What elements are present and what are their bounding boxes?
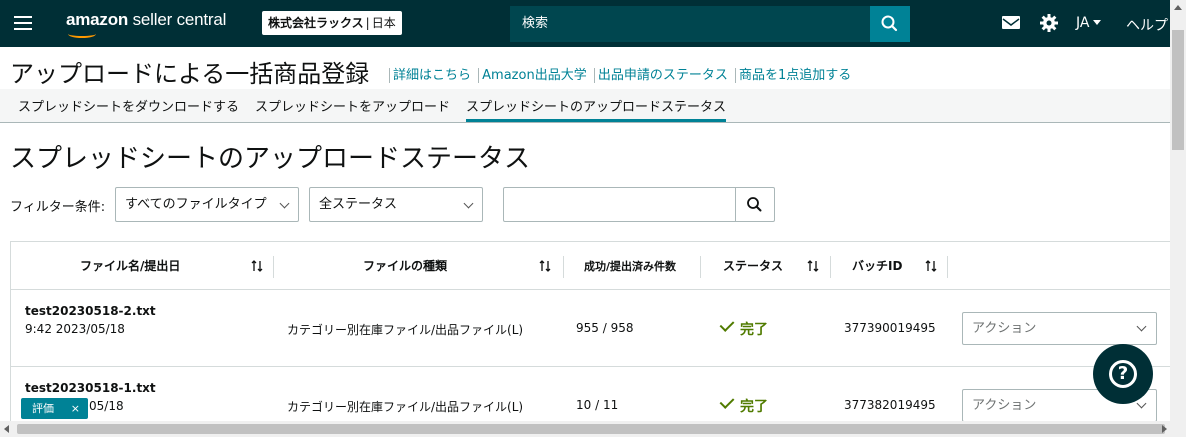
column-divider <box>700 256 701 278</box>
logo-brand: amazon <box>66 10 129 29</box>
action-placeholder: アクション <box>972 398 1037 413</box>
action-placeholder: アクション <box>972 321 1037 336</box>
check-icon <box>719 394 735 409</box>
search-icon <box>747 197 762 212</box>
global-search-input[interactable]: 検索 <box>510 6 870 42</box>
tab-upload-spreadsheet[interactable]: スプレッドシートをアップロード <box>255 96 450 115</box>
chevron-down-icon <box>463 198 474 209</box>
upload-status-table: ファイル名/提出日 ファイルの種類 成功/提出済み件数 ステータス バッチID … <box>10 241 1171 437</box>
link-application-status[interactable]: 出品申請のステータス <box>593 68 731 83</box>
file-type: カテゴリー別在庫ファイル/出品ファイル(L) <box>287 323 524 337</box>
batch-id: 377390019495 <box>844 321 936 335</box>
column-header-status[interactable]: ステータス <box>723 257 783 274</box>
file-type-value: すべてのファイルタイプ <box>125 197 267 212</box>
tab-bar: スプレッドシートをダウンロードする スプレッドシートをアップロード スプレッドシ… <box>0 89 1170 123</box>
success-count: 10 / 11 <box>576 398 619 412</box>
check-icon <box>719 317 735 332</box>
store-country: 日本 <box>371 16 396 30</box>
help-link[interactable]: ヘルプ <box>1126 15 1168 35</box>
global-search-button[interactable] <box>870 6 910 42</box>
column-divider <box>947 256 948 278</box>
seller-central-logo[interactable]: amazon seller central <box>66 10 226 30</box>
status-badge: 完了 <box>740 399 768 415</box>
status-badge: 完了 <box>740 322 768 338</box>
language-selector[interactable]: JA <box>1076 15 1102 31</box>
tab-upload-status[interactable]: スプレッドシートのアップロードステータス <box>466 96 727 122</box>
file-name[interactable]: test20230518-1.txt <box>25 381 156 395</box>
status-select[interactable]: 全ステータス <box>309 187 483 222</box>
column-divider <box>830 256 831 278</box>
chevron-down-icon <box>1136 321 1147 332</box>
column-divider <box>273 256 274 278</box>
table-header: ファイル名/提出日 ファイルの種類 成功/提出済み件数 ステータス バッチID <box>11 242 1171 290</box>
search-icon <box>881 15 898 32</box>
submitted-date: 05/18 <box>89 399 124 413</box>
page-title: アップロードによる一括商品登録 <box>10 60 370 88</box>
filter-search-button[interactable] <box>735 187 775 222</box>
logo-smile-icon <box>68 30 96 38</box>
feedback-badge[interactable]: 評価 × <box>21 398 88 419</box>
sort-icon[interactable] <box>807 258 819 274</box>
caret-down-icon <box>1093 20 1102 25</box>
column-header-file-name[interactable]: ファイル名/提出日 <box>80 257 180 274</box>
batch-id: 377382019495 <box>844 398 936 412</box>
horizontal-scrollbar[interactable] <box>0 421 1186 437</box>
vertical-scrollbar[interactable] <box>1170 0 1186 421</box>
filter-search-input[interactable] <box>503 187 736 222</box>
store-name: 株式会社ラックス <box>268 16 364 30</box>
scroll-left-icon[interactable] <box>4 425 9 433</box>
sort-icon[interactable] <box>539 258 551 274</box>
link-add-single-product[interactable]: 商品を1点追加する <box>735 68 855 83</box>
success-count: 955 / 958 <box>576 321 634 335</box>
file-name[interactable]: test20230518-2.txt <box>25 304 156 318</box>
submitted-date: 9:42 2023/05/18 <box>25 322 125 336</box>
sort-icon[interactable] <box>925 258 937 274</box>
link-seller-university[interactable]: Amazon出品大学 <box>478 68 590 83</box>
column-header-counts[interactable]: 成功/提出済み件数 <box>584 258 676 274</box>
tab-download-spreadsheet[interactable]: スプレッドシートをダウンロードする <box>18 96 239 115</box>
store-selector[interactable]: 株式会社ラックス | 日本 <box>262 11 402 35</box>
top-navigation-bar: amazon seller central 株式会社ラックス | 日本 検索 JA … <box>0 0 1186 47</box>
file-type-select[interactable]: すべてのファイルタイプ <box>115 187 299 222</box>
file-type: カテゴリー別在庫ファイル/出品ファイル(L) <box>287 400 524 414</box>
vertical-scroll-thumb[interactable] <box>1172 30 1184 150</box>
chevron-down-icon <box>279 198 290 209</box>
column-divider <box>563 256 564 278</box>
table-row: test20230518-2.txt 9:42 2023/05/18 カテゴリー… <box>11 290 1171 367</box>
status-value: 全ステータス <box>319 197 398 212</box>
feedback-label: 評価 <box>32 402 54 415</box>
menu-icon[interactable] <box>14 15 32 31</box>
logo-product: seller central <box>132 10 227 29</box>
language-label: JA <box>1076 15 1090 31</box>
sort-icon[interactable] <box>251 258 263 274</box>
mail-icon[interactable] <box>1002 16 1020 29</box>
title-links: 詳細はこちら Amazon出品大学 出品申請のステータス 商品を1点追加する <box>389 64 855 83</box>
action-select[interactable]: アクション <box>962 312 1157 345</box>
link-details[interactable]: 詳細はこちら <box>389 68 475 83</box>
column-header-file-type[interactable]: ファイルの種類 <box>363 257 447 274</box>
gear-icon[interactable] <box>1040 14 1058 32</box>
close-icon[interactable]: × <box>71 398 80 419</box>
help-float-button[interactable]: ? <box>1093 344 1153 404</box>
scroll-right-icon[interactable] <box>1162 425 1167 433</box>
filter-label: フィルター条件: <box>10 200 106 215</box>
horizontal-scroll-thumb[interactable] <box>17 424 1165 434</box>
question-mark-icon: ? <box>1109 360 1137 388</box>
column-header-batch-id[interactable]: バッチID <box>852 257 902 274</box>
chevron-down-icon <box>1136 398 1147 409</box>
section-title: スプレッドシートのアップロードステータス <box>10 144 531 174</box>
scroll-up-icon[interactable] <box>1174 5 1182 10</box>
